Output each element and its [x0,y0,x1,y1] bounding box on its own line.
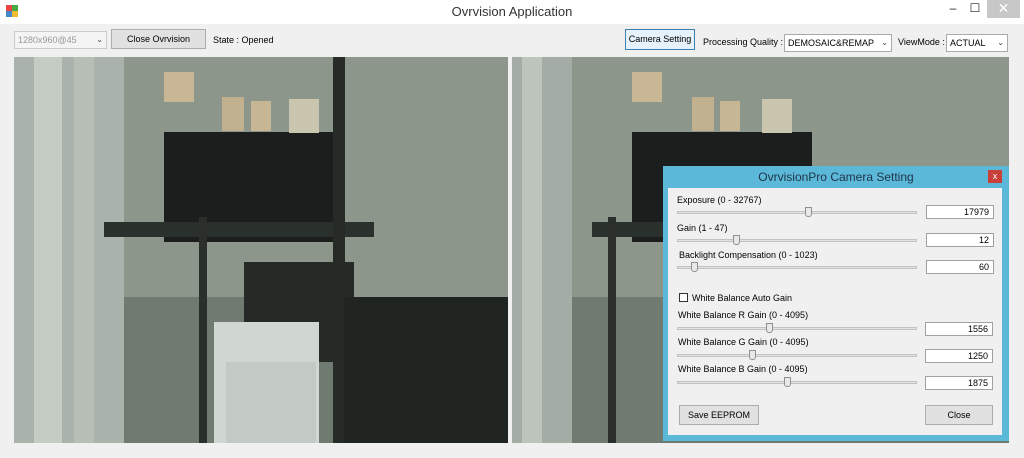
backlight-slider-thumb[interactable] [690,262,698,272]
wb-auto-checkbox[interactable] [679,293,688,302]
gain-label: Gain (1 - 47) [677,223,728,233]
camera-setting-dialog: OvrvisionPro Camera Setting x Exposure (… [663,166,1009,441]
quality-label: Processing Quality : [703,37,784,47]
chevron-down-icon: ⌄ [881,38,888,47]
maximize-button[interactable]: ☐ [960,0,990,18]
wb-b-slider-track[interactable] [677,381,917,384]
close-window-button[interactable]: ✕ [987,0,1020,18]
processing-quality-select[interactable]: DEMOSAIC&REMAP ⌄ [784,34,892,52]
backlight-input[interactable]: 60 [926,260,994,274]
wb-g-input[interactable]: 1250 [925,349,993,363]
chevron-down-icon: ⌄ [96,35,103,44]
save-eeprom-button[interactable]: Save EEPROM [679,405,759,425]
exposure-input[interactable]: 17979 [926,205,994,219]
wb-auto-label: White Balance Auto Gain [692,293,793,303]
dialog-title: OvrvisionPro Camera Setting [758,170,914,184]
dialog-body: Exposure (0 - 32767) 17979 Gain (1 - 47)… [668,188,1002,435]
wb-b-input[interactable]: 1875 [925,376,993,390]
resolution-value: 1280x960@45 [18,35,77,45]
close-ovrvision-button[interactable]: Close Ovrvision [111,29,206,49]
state-label: State : Opened [213,35,274,45]
gain-input[interactable]: 12 [926,233,994,247]
window-title: Ovrvision Application [451,4,573,19]
left-camera-view [14,57,508,443]
wb-g-slider-thumb[interactable] [749,350,757,360]
wb-r-slider-thumb[interactable] [765,323,773,333]
dialog-close-button[interactable]: Close [925,405,993,425]
left-camera-image [14,57,508,443]
quality-value: DEMOSAIC&REMAP [788,38,875,48]
chevron-down-icon: ⌄ [997,38,1004,47]
exposure-label: Exposure (0 - 32767) [677,195,762,205]
status-line [0,446,1024,458]
wb-b-slider-thumb[interactable] [784,377,792,387]
resolution-select[interactable]: 1280x960@45 ⌄ [14,31,107,49]
exposure-slider-track[interactable] [677,211,917,214]
gain-slider-thumb[interactable] [732,235,740,245]
wb-b-label: White Balance B Gain (0 - 4095) [678,364,808,374]
viewmode-label: ViewMode : [898,37,945,47]
backlight-label: Backlight Compensation (0 - 1023) [679,250,818,260]
title-bar: Ovrvision Application – ☐ ✕ [0,0,1024,24]
wb-r-slider-track[interactable] [677,327,917,330]
gain-slider-track[interactable] [677,239,917,242]
exposure-slider-thumb[interactable] [805,207,813,217]
viewmode-value: ACTUAL [950,38,986,48]
toolbar: 1280x960@45 ⌄ Close Ovrvision State : Op… [0,24,1024,56]
viewmode-select[interactable]: ACTUAL ⌄ [946,34,1008,52]
wb-g-label: White Balance G Gain (0 - 4095) [678,337,809,347]
wb-r-input[interactable]: 1556 [925,322,993,336]
wb-r-label: White Balance R Gain (0 - 4095) [678,310,809,320]
camera-setting-button[interactable]: Camera Setting [625,29,695,50]
dialog-close-icon[interactable]: x [988,170,1002,183]
wb-g-slider-track[interactable] [677,354,917,357]
backlight-slider-track[interactable] [677,266,917,269]
